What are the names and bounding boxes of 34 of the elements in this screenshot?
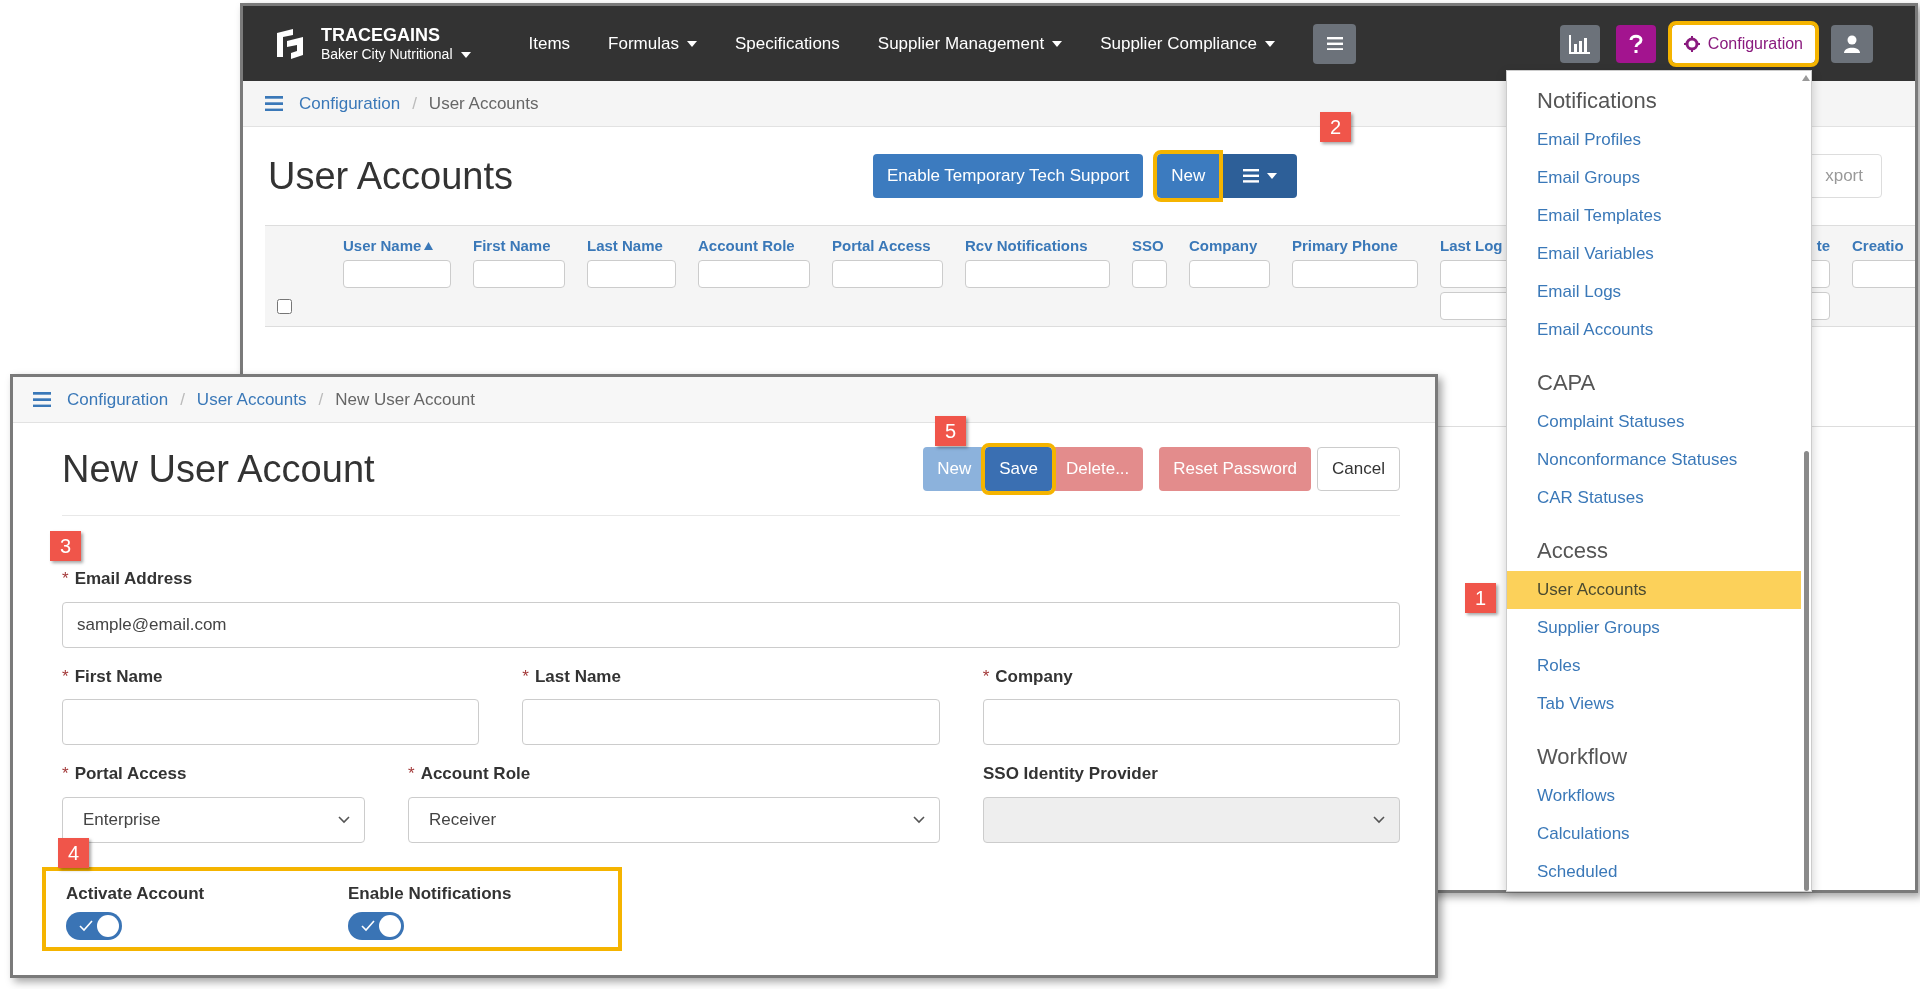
step-callout: 3	[50, 531, 81, 561]
field-label: First Name	[74, 665, 163, 688]
breadcrumb-current: New User Account	[335, 388, 476, 411]
field-label: Email Address	[74, 568, 193, 590]
required-asterisk: *	[982, 665, 990, 688]
page-title: New User Account	[62, 446, 375, 492]
required-asterisk: *	[408, 763, 415, 785]
step-callout: 5	[935, 416, 966, 446]
select-value: Receiver	[428, 808, 497, 831]
select-value: Enterprise	[82, 808, 161, 831]
field-label: Account Role	[420, 763, 531, 785]
breadcrumb-separator: /	[412, 92, 417, 115]
step-callout: 4	[58, 838, 89, 868]
step-callout: 2	[1320, 112, 1351, 142]
required-asterisk: *	[62, 763, 69, 785]
breadcrumb-current: User Accounts	[428, 92, 539, 115]
brand-name: TRACEGAINS	[321, 23, 441, 46]
menu-section-heading: Workflow	[1536, 742, 1629, 771]
field-label: SSO Identity Provider	[983, 763, 1158, 785]
toggle-label: Enable Notifications	[348, 882, 513, 905]
breadcrumb-separator: /	[318, 388, 324, 411]
step-callout: 1	[1465, 583, 1496, 613]
field-label: Company	[995, 665, 1073, 688]
page-title: User Accounts	[268, 153, 513, 199]
required-asterisk: *	[62, 568, 69, 590]
field-label: Portal Access	[74, 763, 187, 785]
field-label: Last Name	[534, 665, 621, 688]
menu-section-heading: CAPA	[1536, 368, 1597, 397]
required-asterisk: *	[62, 665, 69, 688]
breadcrumb-separator: /	[180, 388, 185, 411]
menu-section-heading: Notifications	[1536, 86, 1658, 115]
toggle-label: Activate Account	[66, 882, 206, 905]
required-asterisk: *	[522, 665, 529, 688]
menu-section-heading: Access	[1536, 536, 1609, 565]
